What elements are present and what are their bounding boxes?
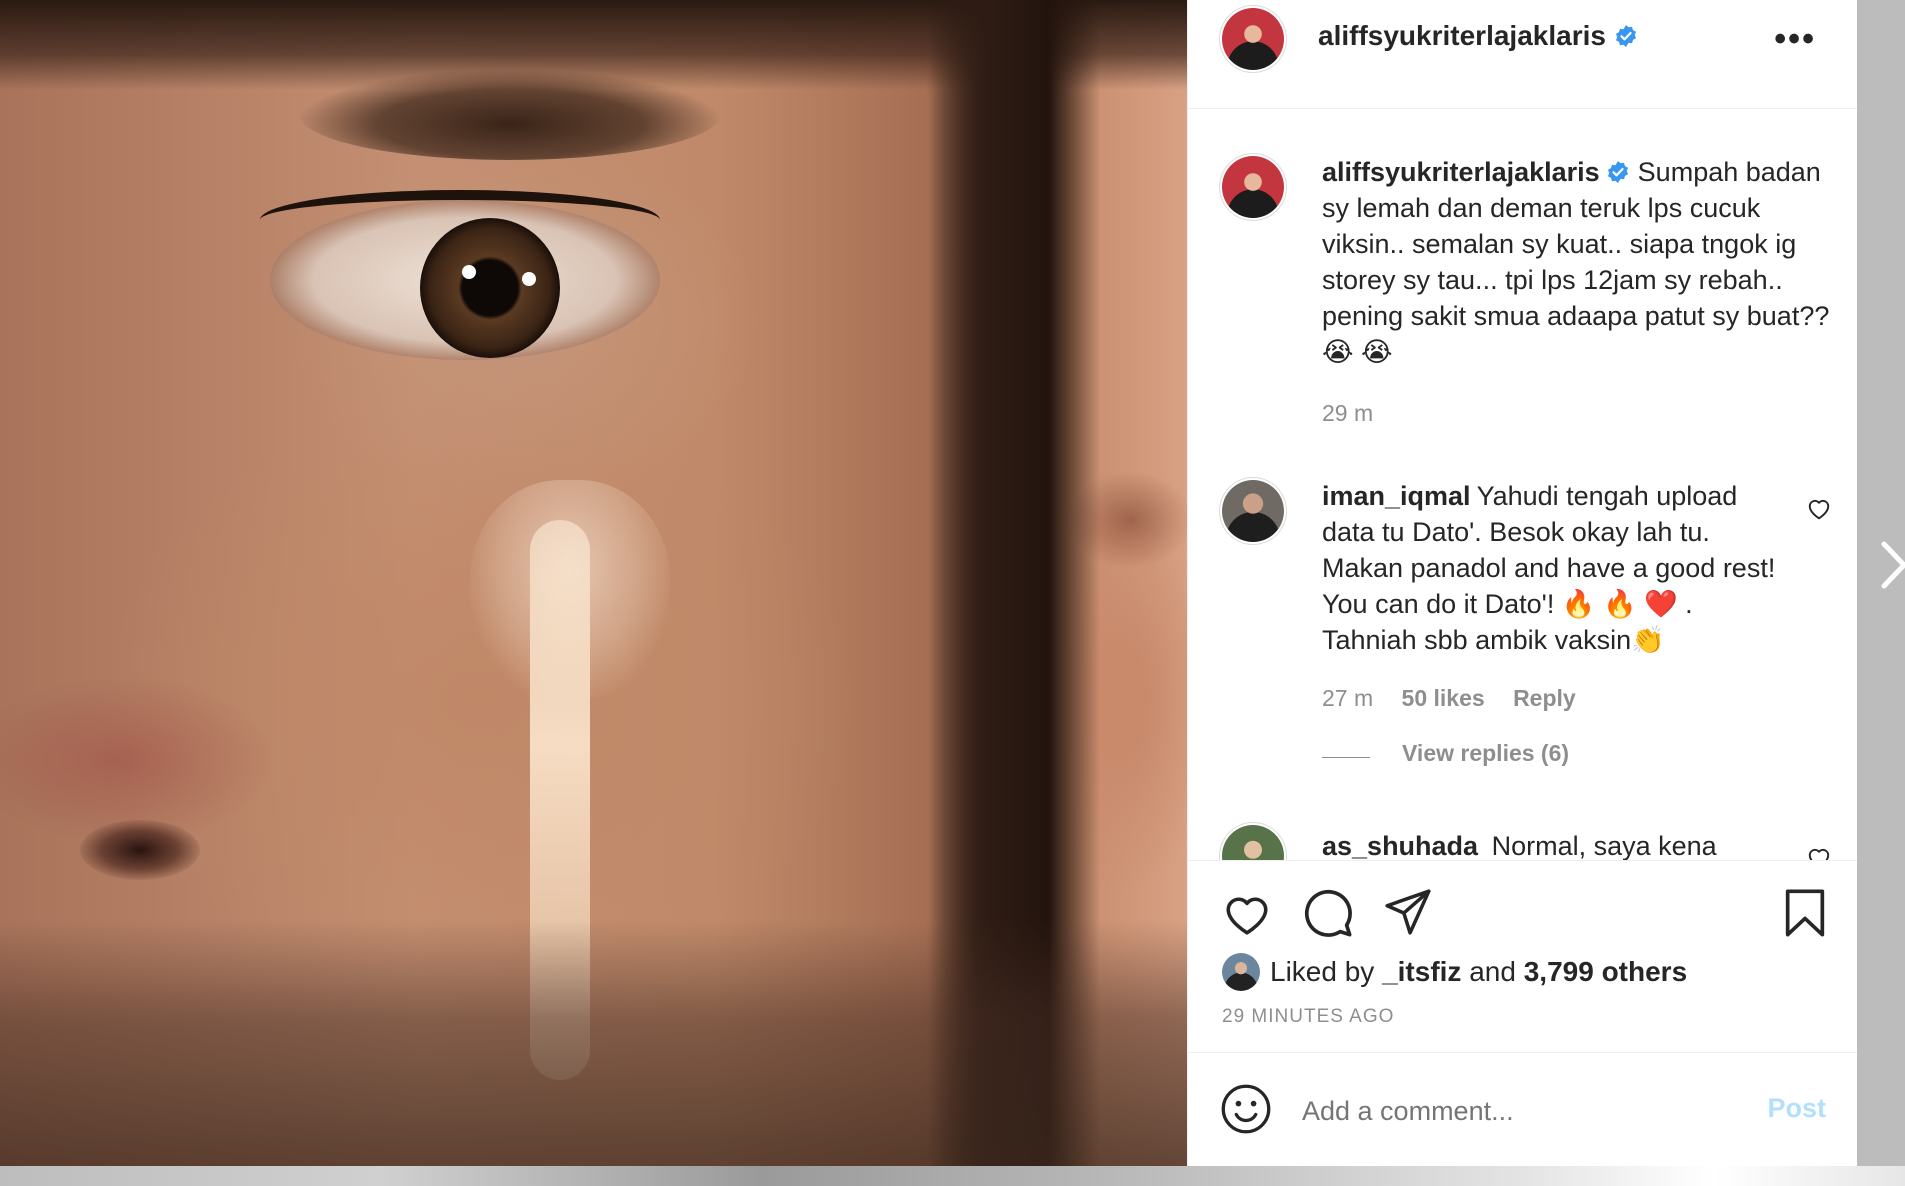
comment-like-heart-icon[interactable] [1806, 845, 1832, 860]
comment-text: as_shuhada Normal, saya kena [1322, 828, 1792, 860]
comment-like-heart-icon[interactable] [1806, 496, 1832, 520]
add-comment-bar: Post [1188, 1052, 1858, 1166]
post-photo[interactable] [0, 0, 1187, 1166]
liked-by: Liked by _itsfiz and 3,799 others [1222, 953, 1687, 991]
photo-eye-glint [462, 265, 476, 279]
liked-by-avatar[interactable] [1222, 953, 1260, 991]
more-horizontal-icon[interactable]: ••• [1774, 22, 1816, 56]
photo-iris [420, 218, 560, 358]
photo-nostril [80, 820, 200, 880]
background-strip [0, 1166, 1905, 1186]
liked-by-prefix: Liked by [1270, 956, 1375, 987]
comment-avatar[interactable] [1222, 480, 1284, 542]
post-actions: Liked by _itsfiz and 3,799 others 29 MIN… [1188, 860, 1858, 1052]
view-replies-button[interactable]: View replies (6) [1402, 740, 1569, 767]
comment-meta: 27 m 50 likes Reply [1322, 685, 1576, 712]
replies-divider [1322, 757, 1370, 758]
header-author: aliffsyukriterlajaklaris [1318, 20, 1638, 52]
liked-by-user[interactable]: _itsfiz [1382, 956, 1461, 988]
add-comment-input[interactable] [1302, 1091, 1742, 1131]
post-timestamp[interactable]: 29 MINUTES AGO [1222, 1006, 1394, 1028]
caption-text: aliffsyukriterlajaklaris Sumpah badan sy… [1322, 154, 1832, 370]
liked-by-others[interactable]: 3,799 others [1524, 956, 1687, 988]
post-comment-button[interactable]: Post [1767, 1093, 1826, 1124]
share-icon[interactable] [1382, 887, 1434, 937]
post-side-panel: aliffsyukriterlajaklaris ••• aliffsyukri… [1187, 0, 1858, 1166]
comments-list: aliffsyukriterlajaklaris Sumpah badan sy… [1188, 110, 1858, 860]
comment-likes[interactable]: 50 likes [1402, 685, 1485, 711]
comment-username[interactable]: as_shuhada [1322, 831, 1478, 860]
caption-username[interactable]: aliffsyukriterlajaklaris [1322, 157, 1600, 187]
chevron-right-icon[interactable] [1880, 540, 1905, 590]
verified-badge-icon [1616, 25, 1637, 47]
comment-body: Normal, saya kena [1491, 831, 1717, 860]
post-header: aliffsyukriterlajaklaris ••• [1188, 0, 1858, 109]
comment-avatar[interactable] [1222, 825, 1284, 860]
comment-time: 27 m [1322, 685, 1374, 711]
caption-author-avatar[interactable] [1222, 156, 1284, 218]
verified-badge-icon [1607, 161, 1628, 183]
author-username[interactable]: aliffsyukriterlajaklaris [1318, 20, 1606, 51]
photo-eyebrow [300, 70, 720, 160]
author-avatar[interactable] [1222, 8, 1284, 70]
caption-time: 29 m [1322, 400, 1374, 426]
caption-body: Sumpah badan sy lemah dan deman teruk lp… [1322, 157, 1830, 367]
comment-text: iman_iqmal Yahudi tengah upload data tu D… [1322, 478, 1792, 658]
heart-icon[interactable] [1222, 889, 1272, 937]
comment-icon[interactable] [1302, 887, 1354, 939]
photo-stubble [0, 920, 1187, 1166]
comment-username[interactable]: iman_iqmal [1322, 481, 1471, 511]
liked-by-and: and [1469, 956, 1516, 987]
photo-eye-glint [522, 272, 536, 286]
bookmark-icon[interactable] [1782, 887, 1828, 939]
smiley-icon[interactable] [1220, 1083, 1272, 1135]
comment-reply-button[interactable]: Reply [1513, 685, 1576, 711]
